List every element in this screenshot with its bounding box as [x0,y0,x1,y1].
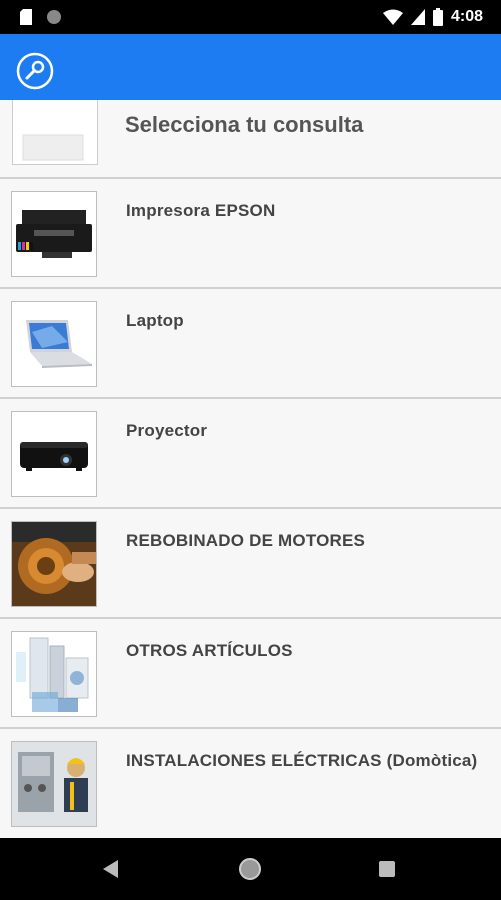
status-bar: 4:08 [0,0,501,34]
list-item[interactable]: Laptop [0,287,501,397]
item-label: OTROS ARTÍCULOS [126,641,293,660]
partial-item-thumbnail[interactable] [12,100,98,165]
signal-icon [410,9,425,25]
list-item[interactable]: INSTALACIONES ELÉCTRICAS (Domòtica) [0,727,501,837]
list-item[interactable]: Impresora EPSON [0,177,501,287]
home-icon[interactable] [238,857,262,881]
battery-icon [432,8,443,26]
app-bar [0,34,501,100]
clock: 4:08 [450,8,483,25]
motor-rewinding-image [11,521,97,607]
sd-card-icon [20,9,32,25]
wrench-search-icon[interactable] [16,52,54,90]
electrical-installation-image [11,741,97,827]
item-label: Proyector [126,421,208,440]
navigation-bar [0,838,501,900]
list-item[interactable]: OTROS ARTÍCULOS [0,617,501,727]
item-label: Impresora EPSON [126,201,276,220]
page-title: Selecciona tu consulta [125,112,364,137]
recents-icon[interactable] [379,861,395,877]
list-item[interactable]: REBOBINADO DE MOTORES [0,507,501,617]
laptop-image [11,301,97,387]
appliances-image [11,631,97,717]
item-label: INSTALACIONES ELÉCTRICAS (Domòtica) [126,751,478,770]
printer-image [11,191,97,277]
list-item[interactable]: Proyector [0,397,501,507]
wifi-icon [382,9,403,25]
projector-image [11,411,97,497]
back-icon[interactable] [101,859,119,879]
item-label: Laptop [126,311,184,330]
circle-notification-icon [47,10,61,24]
consulta-list: Selecciona tu consulta Impresora EPSON L… [0,100,501,838]
item-label: REBOBINADO DE MOTORES [126,531,366,550]
